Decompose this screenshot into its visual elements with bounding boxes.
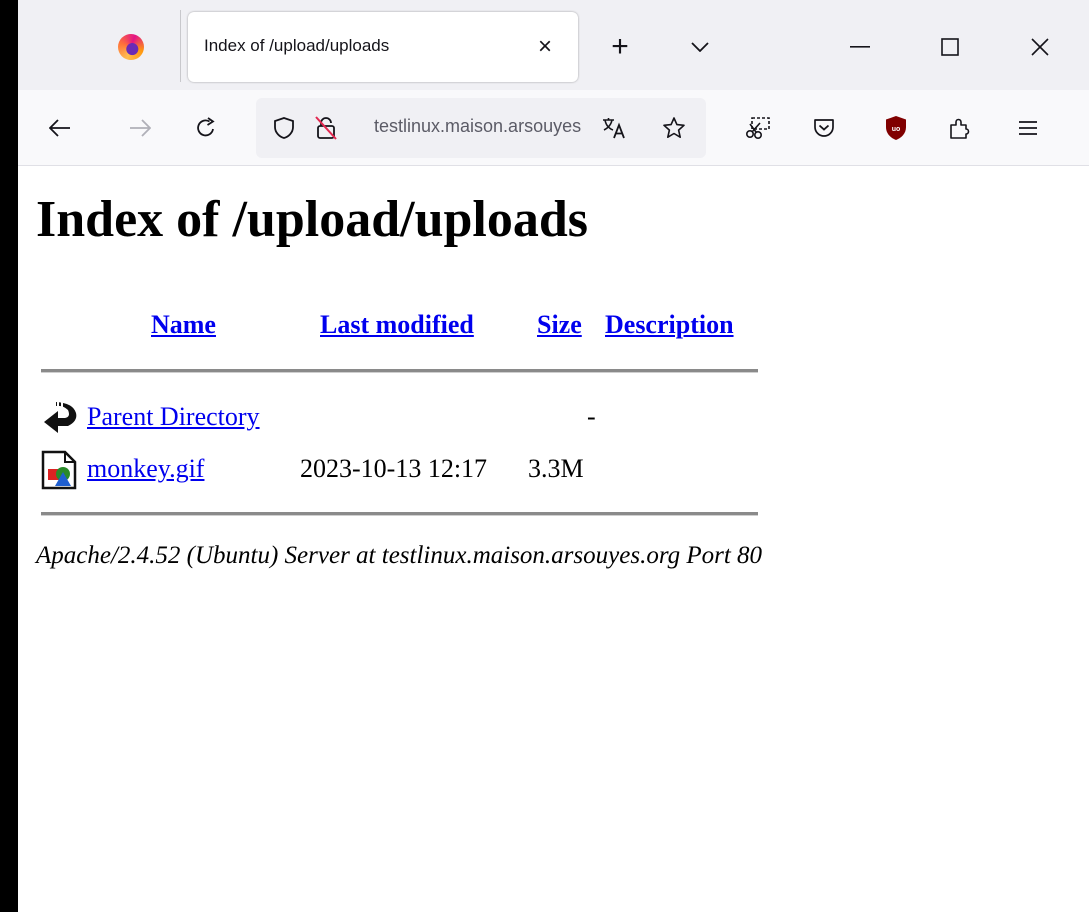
minimize-icon[interactable] [840,27,880,67]
tab-active[interactable]: Index of /upload/uploads × [188,12,578,82]
firefox-logo-icon[interactable] [118,34,144,60]
close-window-icon[interactable] [1020,27,1060,67]
maximize-icon[interactable] [930,27,970,67]
ublock-origin-icon[interactable]: uo [876,108,916,148]
pocket-icon[interactable] [804,108,844,148]
insecure-connection-lock-icon[interactable] [306,108,346,148]
column-header-description[interactable]: Description [605,310,734,340]
reload-icon[interactable] [186,108,226,148]
header-divider [41,369,758,373]
image-file-icon [41,450,77,497]
tab-bar: Index of /upload/uploads × + [18,0,1089,90]
bookmark-star-icon[interactable] [654,108,694,148]
list-tabs-chevron-icon[interactable] [680,27,720,67]
screenshot-icon[interactable] [738,108,778,148]
tracking-protection-shield-icon[interactable] [264,108,304,148]
menu-hamburger-icon[interactable] [1008,108,1048,148]
size-cell: 3.3M [528,454,584,483]
tab-title: Index of /upload/uploads [204,36,390,55]
tab-close-icon[interactable]: × [528,30,562,64]
file-link-monkey-gif[interactable]: monkey.gif [87,454,204,484]
navigation-toolbar: testlinux.maison.arsouyes.org/upload/upl… [18,90,1089,166]
column-header-last-modified[interactable]: Last modified [320,310,474,340]
url-text: testlinux.maison.arsouyes.org/upload/upl… [374,116,582,136]
back-icon[interactable] [40,108,80,148]
extensions-puzzle-icon[interactable] [940,108,980,148]
parent-directory-link[interactable]: Parent Directory [87,402,260,432]
new-tab-button[interactable]: + [600,27,640,67]
server-signature: Apache/2.4.52 (Ubuntu) Server at testlin… [36,542,763,569]
page-content: Index of /upload/uploads Name Last modif… [18,166,1089,912]
browser-window: Index of /upload/uploads × + testlinux.m… [18,0,1089,912]
url-bar[interactable]: testlinux.maison.arsouyes.org/upload/upl… [256,98,706,158]
back-arrow-icon [41,399,81,446]
svg-text:uo: uo [892,126,901,133]
footer-divider [41,512,758,516]
size-cell: - [587,402,596,431]
page-title: Index of /upload/uploads [36,191,589,248]
column-header-name[interactable]: Name [151,310,216,340]
tab-separator [180,10,181,82]
translate-icon[interactable] [594,108,634,148]
column-header-size[interactable]: Size [537,310,582,340]
forward-icon[interactable] [120,108,160,148]
last-modified-cell: 2023-10-13 12:17 [300,454,488,483]
